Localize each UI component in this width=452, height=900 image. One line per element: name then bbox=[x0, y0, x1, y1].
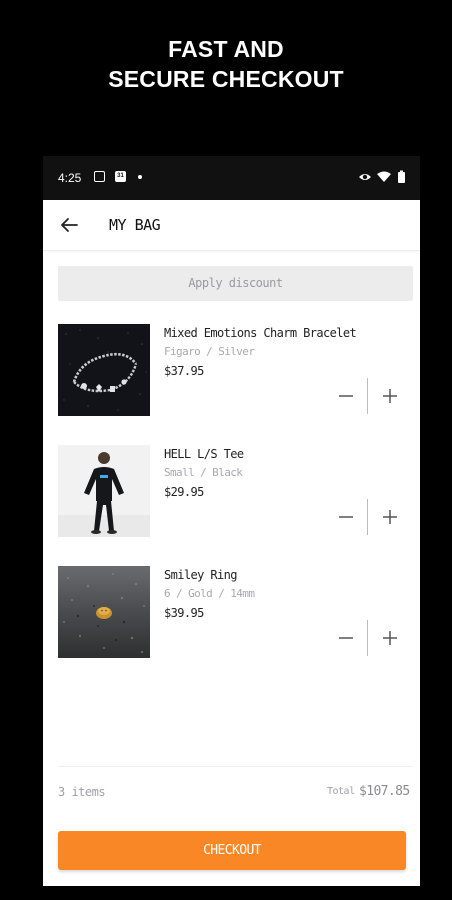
image-icon bbox=[94, 171, 105, 182]
quantity-stepper bbox=[336, 499, 400, 535]
checkout-button[interactable]: CHECKOUT bbox=[58, 831, 406, 870]
item-variant: Small / Black bbox=[164, 466, 243, 479]
minus-icon[interactable] bbox=[336, 628, 356, 648]
app-bar: MY BAG bbox=[43, 200, 420, 251]
promo-line-1: FAST AND bbox=[168, 36, 284, 62]
dot-icon bbox=[138, 175, 142, 179]
cart-item: HELL L/S Tee Small / Black $29.95 bbox=[58, 445, 408, 537]
item-price: $29.95 bbox=[164, 485, 204, 499]
item-price: $39.95 bbox=[164, 606, 204, 620]
summary-divider bbox=[58, 766, 413, 767]
quantity-stepper bbox=[336, 378, 400, 414]
item-variant: Figaro / Silver bbox=[164, 345, 255, 358]
promo-line-2: SECURE CHECKOUT bbox=[108, 66, 344, 92]
promo-heading: FAST AND SECURE CHECKOUT bbox=[0, 34, 452, 94]
total-label: Total bbox=[327, 786, 355, 797]
minus-icon[interactable] bbox=[336, 386, 356, 406]
battery-icon bbox=[398, 170, 405, 183]
cart-item: Mixed Emotions Charm Bracelet Figaro / S… bbox=[58, 324, 408, 416]
plus-icon[interactable] bbox=[380, 386, 400, 406]
quantity-stepper bbox=[336, 620, 400, 656]
product-image[interactable] bbox=[58, 445, 150, 537]
stepper-divider bbox=[367, 620, 368, 656]
eye-icon bbox=[359, 174, 371, 180]
status-icons bbox=[359, 170, 405, 183]
item-price: $37.95 bbox=[164, 364, 204, 378]
stepper-divider bbox=[367, 378, 368, 414]
item-name: Smiley Ring bbox=[164, 568, 237, 582]
item-variant: 6 / Gold / 14mm bbox=[164, 587, 255, 600]
item-count: 3 items bbox=[58, 785, 106, 799]
cart-item: Smiley Ring 6 / Gold / 14mm $39.95 bbox=[58, 566, 408, 658]
apply-discount-button[interactable]: Apply discount bbox=[58, 266, 413, 301]
page-title: MY BAG bbox=[109, 216, 161, 234]
total-value: $107.85 bbox=[359, 784, 410, 799]
calendar-icon: 31 bbox=[115, 171, 126, 182]
plus-icon[interactable] bbox=[380, 628, 400, 648]
product-image[interactable] bbox=[58, 566, 150, 658]
status-time: 4:25 bbox=[58, 171, 82, 185]
arrow-left-icon[interactable] bbox=[57, 213, 81, 237]
plus-icon[interactable] bbox=[380, 507, 400, 527]
phone-screen: 4:25 31 MY BAG Apply discount Mixed Emot… bbox=[43, 156, 420, 886]
stepper-divider bbox=[367, 499, 368, 535]
item-name: Mixed Emotions Charm Bracelet bbox=[164, 326, 357, 340]
product-image[interactable] bbox=[58, 324, 150, 416]
status-bar: 4:25 31 bbox=[43, 156, 420, 200]
wifi-icon bbox=[377, 171, 391, 182]
item-name: HELL L/S Tee bbox=[164, 447, 244, 461]
minus-icon[interactable] bbox=[336, 507, 356, 527]
